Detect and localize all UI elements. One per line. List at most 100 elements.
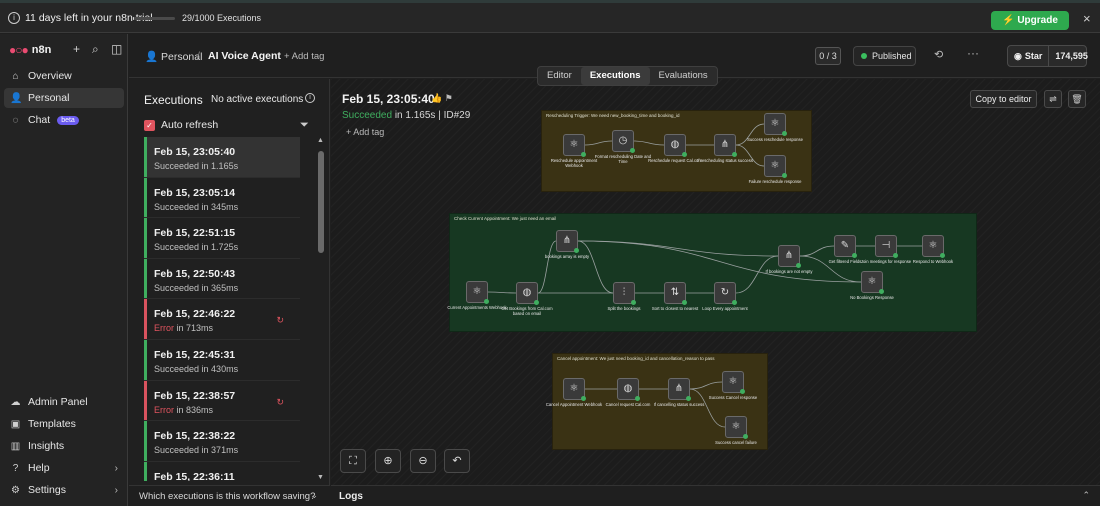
workflow-node[interactable]: ⇅ [664, 282, 687, 305]
breadcrumb-project[interactable]: 👤 Personal [145, 50, 202, 63]
node-icon: ⋔ [720, 139, 730, 150]
sidebar-item-label: Personal [28, 92, 70, 104]
execution-date: Feb 15, 22:38:22 [154, 430, 236, 443]
execution-list-item[interactable]: Feb 15, 22:51:15 Succeeded in 1.725s [144, 218, 300, 259]
workflow-node[interactable]: ◍ [617, 378, 640, 401]
published-status-dot [861, 53, 867, 59]
sidebar-item-settings[interactable]: ⚙ Settings › [4, 480, 124, 500]
logs-panel[interactable]: Logs ⌃ [331, 485, 1100, 506]
chevron-right-icon: › [114, 484, 118, 496]
workflow-node[interactable]: ⋔ [556, 230, 579, 253]
node-icon: ◍ [670, 139, 680, 150]
workflow-node[interactable]: ↻ [714, 282, 737, 305]
node-label: Success Cancel response [708, 395, 758, 400]
workflow-node[interactable]: ⫶ [613, 282, 636, 305]
success-indicator [743, 434, 748, 439]
executions-scrollbar[interactable]: ▲ ▼ [317, 137, 325, 481]
execution-list-item[interactable]: Feb 15, 22:38:22 Succeeded in 371ms [144, 421, 300, 462]
execution-status-label: Succeeded [154, 363, 200, 374]
workflow-node[interactable]: ⚛ [722, 371, 745, 394]
workflow-node[interactable]: ⚛ [725, 416, 748, 439]
sidebar-item-label: Templates [28, 418, 76, 430]
workflow-node[interactable]: ⚛ [764, 113, 787, 136]
workflow-node[interactable]: ⋔ [778, 245, 801, 268]
workflow-node[interactable]: ◍ [664, 134, 687, 157]
node-label: If rescheduling status success [697, 158, 753, 163]
execution-list-item[interactable]: Feb 15, 22:38:57 Error in 836ms ↻ [144, 380, 300, 422]
sidebar-item-help[interactable]: ? Help › [4, 458, 124, 478]
plus-icon[interactable]: + [73, 42, 80, 56]
sidebar-item-insights[interactable]: ▥ Insights [4, 436, 124, 456]
checkbox-checked[interactable]: ✓ [144, 119, 155, 131]
collapse-sidebar-icon[interactable]: ◫ [111, 42, 122, 56]
node-label: Format rescheduling Date and Time [594, 154, 652, 164]
sidebar-item-chat[interactable]: ◌ Chat beta [4, 110, 124, 130]
zoom-in-icon[interactable]: ⊕ [375, 449, 401, 473]
execution-list-item[interactable]: Feb 15, 23:05:14 Succeeded in 345ms [144, 177, 300, 219]
scroll-thumb[interactable] [318, 151, 324, 253]
execution-list-item[interactable]: Feb 15, 22:50:43 Succeeded in 365ms [144, 258, 300, 300]
workflow-node[interactable]: ⋔ [714, 134, 737, 157]
workflow-node[interactable]: ◍ [516, 282, 539, 305]
workflow-node[interactable]: ⋔ [668, 378, 691, 401]
fit-view-icon[interactable]: ⛶ [340, 449, 366, 473]
workflow-node[interactable]: ◷ [612, 130, 635, 153]
search-icon[interactable]: ⌕ [92, 42, 99, 57]
zoom-out-icon[interactable]: ⊖ [410, 449, 436, 473]
node-label: Success reschedule response [747, 137, 803, 142]
execution-saving-question[interactable]: Which executions is this workflow saving… [129, 485, 330, 506]
retry-icon[interactable]: ↻ [276, 397, 284, 408]
tab-editor[interactable]: Editor [538, 67, 581, 85]
reset-zoom-icon[interactable]: ↶ [444, 449, 470, 473]
node-icon: ⋔ [674, 383, 684, 394]
sidebar-item-admin-panel[interactable]: ☁ Admin Panel [4, 392, 124, 412]
execution-duration: in 713ms [174, 323, 214, 334]
workflow-node[interactable]: ⚛ [922, 235, 945, 258]
auto-refresh-toggle[interactable]: ✓ Auto refresh [144, 119, 218, 131]
workflow-node[interactable]: ⚛ [466, 281, 489, 304]
execution-list-item[interactable]: Feb 15, 23:05:40 Succeeded in 1.165s [144, 137, 300, 178]
history-icon[interactable]: ⟲ [934, 48, 943, 61]
scroll-down-icon[interactable]: ▼ [317, 474, 324, 481]
execution-date: Feb 15, 23:05:14 [154, 186, 236, 199]
success-indicator [796, 263, 801, 268]
execution-duration: in 836ms [174, 404, 214, 415]
sidebar-item-personal[interactable]: 👤 Personal [4, 88, 124, 108]
add-tag-button[interactable]: + Add tag [284, 51, 324, 62]
logo-text: n8n [31, 44, 52, 56]
more-options-icon[interactable]: ··· [967, 46, 979, 60]
chevron-up-icon[interactable]: ⌃ [1082, 490, 1090, 501]
upgrade-button[interactable]: ⚡ Upgrade now [991, 11, 1069, 45]
filter-icon[interactable]: ⏷ [300, 119, 309, 132]
execution-list-item[interactable]: Feb 15, 22:46:22 Error in 713ms ↻ [144, 299, 300, 340]
workflow-node[interactable]: ⚛ [764, 155, 787, 178]
published-button[interactable]: Published [853, 46, 916, 66]
close-icon[interactable]: × [1083, 11, 1091, 26]
workflow-node[interactable]: ⊣ [875, 235, 898, 258]
execution-list-item[interactable]: Feb 15, 22:36:11 [144, 461, 300, 481]
workflow-name[interactable]: AI Voice Agent [208, 50, 281, 62]
scroll-up-icon[interactable]: ▲ [317, 137, 324, 144]
workflow-canvas[interactable]: Feb 15, 23:05:40 👍 ⚑ Succeeded in 1.165s… [331, 79, 1100, 485]
sidebar-item-templates[interactable]: ▣ Templates [4, 414, 124, 434]
sidebar-item-label: Insights [28, 440, 65, 452]
workflow-node[interactable]: ⚛ [563, 378, 586, 401]
published-label: Published [872, 51, 912, 61]
tab-evaluations[interactable]: Evaluations [650, 67, 717, 85]
execution-list-item[interactable]: Feb 15, 22:45:31 Succeeded in 430ms [144, 339, 300, 381]
chart-icon: ▥ [10, 440, 21, 452]
workflow-node[interactable]: ✎ [834, 235, 857, 258]
workflow-node[interactable]: ⚛ [563, 134, 586, 157]
n8n-logo[interactable]: ●○● n8n [9, 43, 51, 57]
connection-line [577, 240, 779, 257]
info-icon[interactable]: i [305, 93, 315, 103]
node-icon: ⚛ [472, 286, 482, 297]
github-star-button[interactable]: ◉ Star 174,595 [1007, 45, 1088, 67]
retry-icon[interactable]: ↻ [276, 315, 284, 326]
tab-executions[interactable]: Executions [580, 67, 650, 85]
node-label: If cancelling status success [653, 402, 705, 407]
workflow-node[interactable]: ⚛ [861, 271, 884, 294]
sidebar: ●○● n8n + ⌕ ◫ ⌂ Overview 👤 Personal ◌ Ch… [0, 34, 128, 506]
connection-line [584, 140, 613, 146]
sidebar-item-overview[interactable]: ⌂ Overview [4, 66, 124, 86]
